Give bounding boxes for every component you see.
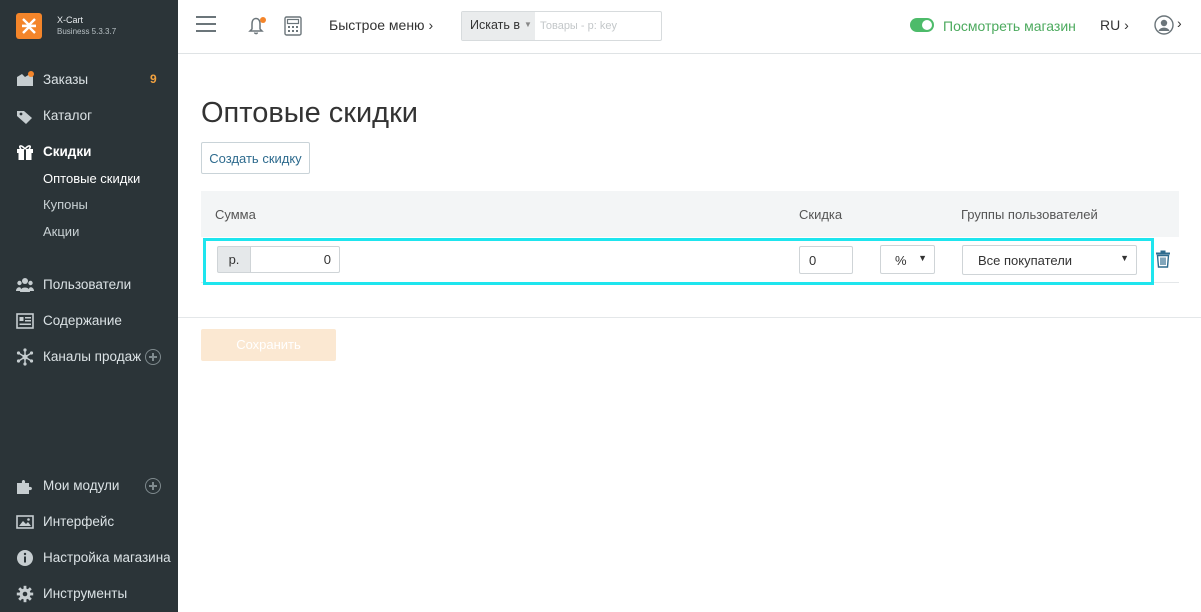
chevron-right-icon: › [428, 17, 434, 33]
sidebar-item-label: Заказы [43, 72, 89, 87]
view-store-link[interactable]: Посмотреть магазин [943, 18, 1076, 34]
sidebar-item-label: Инструменты [43, 586, 128, 601]
store-visibility-toggle[interactable] [910, 18, 934, 32]
search-input[interactable] [538, 15, 660, 37]
sidebar-item-orders[interactable]: Заказы 9 [0, 65, 178, 95]
search-scope-label: Искать в [470, 18, 521, 32]
orders-icon [17, 71, 34, 86]
sales-channels-icon [16, 348, 34, 366]
language-label: RU [1100, 17, 1121, 33]
sidebar-item-catalog[interactable]: Каталог [0, 101, 178, 131]
sidebar-item-label: Пользователи [43, 277, 132, 292]
language-selector[interactable]: RU › [1100, 17, 1129, 33]
sidebar-item-users[interactable]: Пользователи [0, 270, 178, 300]
sidebar-item-label: Интерфейс [43, 514, 115, 529]
sidebar-item-store-setup[interactable]: Настройка магазина [0, 543, 178, 573]
chevron-right-icon: › [1124, 17, 1129, 33]
sidebar-item-tools[interactable]: Инструменты [0, 579, 178, 609]
page-title: Оптовые скидки [201, 97, 418, 130]
top-bar: Быстрое меню › Искать в ▼ Посмотреть маг… [178, 0, 1201, 54]
sidebar-item-label: Скидки [43, 144, 92, 159]
sidebar-item-discounts[interactable]: Скидки [0, 137, 178, 167]
delete-row-trash-icon[interactable] [1155, 250, 1171, 268]
brand-version: Business 5.3.3.7 [57, 27, 117, 36]
brand-header[interactable]: X-Cart Business 5.3.3.7 [0, 0, 178, 53]
search-box: Искать в ▼ [461, 11, 662, 41]
hamburger-menu-icon[interactable] [196, 15, 216, 33]
orders-count-badge: 9 [150, 72, 157, 86]
column-header-amount: Сумма [215, 207, 256, 222]
sidebar-item-label: Мои модули [43, 478, 120, 493]
search-scope-dropdown[interactable]: Искать в ▼ [462, 12, 535, 40]
tag-icon [17, 111, 32, 124]
gift-icon [17, 145, 33, 160]
image-icon [16, 515, 34, 529]
sidebar-subitem-coupons[interactable]: Купоны [43, 197, 88, 212]
column-header-discount: Скидка [799, 207, 843, 222]
info-icon [17, 550, 33, 566]
user-avatar-icon [1154, 15, 1174, 35]
sidebar-item-label: Каталог [43, 108, 93, 123]
user-menu[interactable]: › [1154, 15, 1184, 37]
sidebar-subitem-promotions[interactable]: Акции [43, 224, 79, 239]
add-sales-channel-icon[interactable] [145, 349, 161, 365]
caret-down-icon: ▼ [524, 20, 532, 29]
sidebar-item-label: Настройка магазина [43, 550, 171, 565]
row-highlight-box [203, 238, 1154, 285]
sidebar-item-my-modules[interactable]: Мои модули [0, 471, 178, 501]
sidebar-item-sales-channels[interactable]: Каналы продаж [0, 342, 178, 372]
gear-icon [16, 585, 34, 603]
divider [178, 317, 1201, 318]
users-icon [16, 278, 34, 292]
save-button[interactable]: Сохранить [201, 329, 336, 361]
notifications-bell-icon[interactable] [246, 15, 268, 37]
sidebar: X-Cart Business 5.3.3.7 Заказы 9 Каталог… [0, 0, 178, 612]
sidebar-item-content[interactable]: Содержание [0, 306, 178, 336]
sidebar-subitem-bulk-discounts[interactable]: Оптовые скидки [43, 171, 140, 186]
calculator-icon[interactable] [284, 16, 302, 36]
chevron-right-icon: › [1177, 15, 1182, 31]
sidebar-item-label: Содержание [43, 313, 122, 328]
content-icon [16, 313, 34, 329]
quick-menu-button[interactable]: Быстрое меню › [329, 17, 433, 33]
puzzle-icon [17, 480, 32, 494]
create-discount-button[interactable]: Создать скидку [201, 142, 310, 174]
table-header: Сумма Скидка Группы пользователей [201, 191, 1179, 237]
sidebar-item-label: Каналы продаж [43, 349, 142, 364]
sidebar-item-interface[interactable]: Интерфейс [0, 507, 178, 537]
add-module-icon[interactable] [145, 478, 161, 494]
quick-menu-label: Быстрое меню [329, 17, 425, 33]
xcart-logo-icon [16, 13, 42, 39]
column-header-user-groups: Группы пользователей [961, 207, 1098, 222]
brand-name: X-Cart [57, 15, 84, 25]
